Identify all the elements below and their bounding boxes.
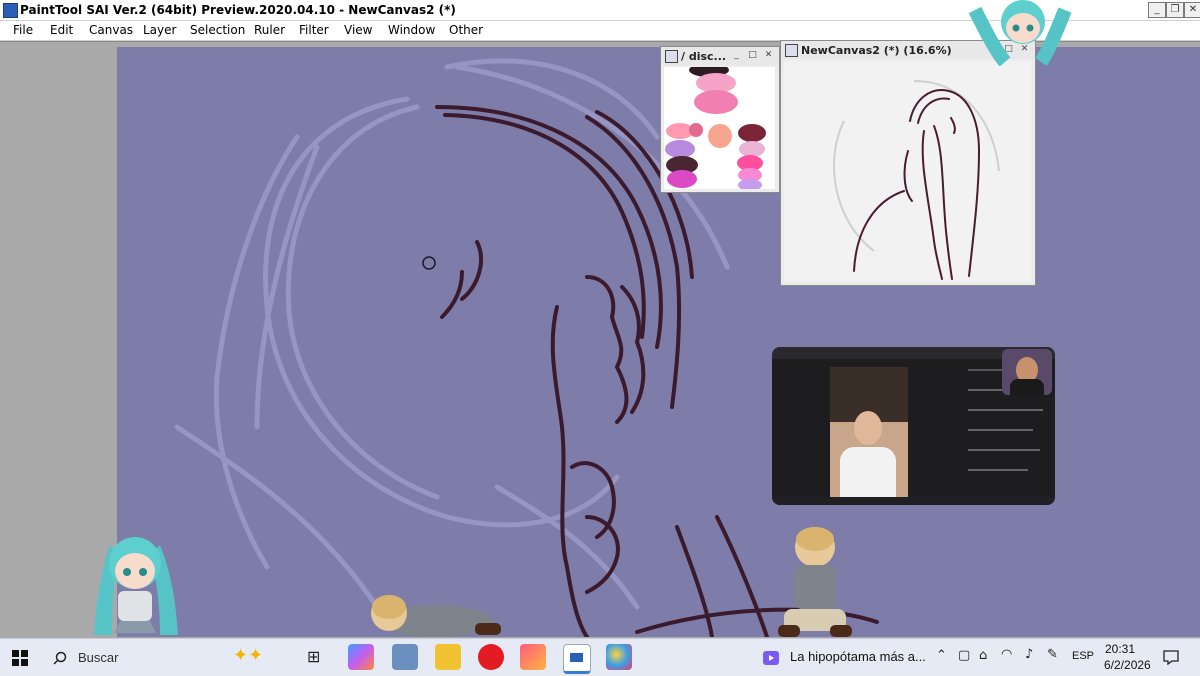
chibi-knight-lying-sticker [371, 595, 501, 637]
paint-icon[interactable] [606, 644, 632, 670]
person-shirt [840, 447, 896, 499]
person-face [854, 411, 882, 445]
photos-icon[interactable] [392, 644, 418, 670]
search-label: Buscar [78, 650, 119, 665]
drawing-canvas[interactable] [117, 47, 1200, 637]
webcam-overlay [1002, 349, 1052, 395]
minimize-icon[interactable]: _ [731, 50, 742, 61]
chibi-miku-sticker [94, 537, 178, 635]
menu-window[interactable]: Window [388, 23, 435, 37]
clock-date[interactable]: 6/2/2026 [1104, 658, 1151, 672]
app-icon [3, 3, 18, 18]
palette-swatches[interactable] [664, 67, 775, 189]
menu-filter[interactable]: Filter [299, 23, 329, 37]
wifi-icon[interactable]: ◠ [1001, 647, 1012, 662]
navigator-window: NewCanvas2 (*) (16.6%) _ □ ✕ [780, 40, 1036, 286]
minimize-button[interactable]: _ [1148, 2, 1166, 18]
taskbar-search[interactable]: Buscar ✦✦ [43, 643, 298, 672]
media-title[interactable]: La hipopótama más a... [790, 649, 926, 664]
window-title: PaintTool SAI Ver.2 (64bit) Preview.2020… [20, 3, 456, 17]
menu-other[interactable]: Other [449, 23, 483, 37]
app-icon[interactable] [520, 644, 546, 670]
copilot-icon[interactable]: ✦✦ [233, 645, 263, 666]
language-indicator[interactable]: ESP [1072, 650, 1094, 662]
mini-taskbar [772, 497, 1055, 505]
restore-button[interactable]: ❐ [1166, 2, 1184, 18]
menu-canvas[interactable]: Canvas [89, 23, 133, 37]
network-icon[interactable]: ⌂ [979, 648, 987, 663]
copilot-app-icon[interactable] [348, 644, 374, 670]
navigator-preview[interactable] [784, 61, 1031, 282]
menu-ruler[interactable]: Ruler [254, 23, 285, 37]
chibi-miku-top-sticker [968, 0, 1072, 66]
search-icon [53, 651, 67, 665]
media-play-icon[interactable] [763, 651, 779, 665]
chevron-up-icon[interactable]: ⌃ [936, 648, 947, 663]
menu-edit[interactable]: Edit [50, 23, 73, 37]
video-overlay[interactable] [772, 347, 1055, 505]
maximize-icon[interactable]: □ [747, 50, 758, 61]
navigator-window-title: NewCanvas2 (*) (16.6%) [801, 44, 952, 57]
close-button[interactable]: ✕ [1184, 2, 1200, 18]
clock-time[interactable]: 20:31 [1105, 642, 1135, 656]
windows-start-icon[interactable] [12, 650, 28, 666]
notification-icon[interactable] [1163, 650, 1179, 665]
palette-window-titlebar[interactable]: / disc... _ □ ✕ [661, 47, 779, 65]
opera-icon[interactable] [478, 644, 504, 670]
window-icon [665, 50, 678, 63]
menu-view[interactable]: View [344, 23, 372, 37]
palette-window: / disc... _ □ ✕ [660, 46, 780, 193]
chibi-knight-sitting-sticker [778, 527, 852, 637]
tray-app-icon[interactable]: ▢ [958, 648, 970, 663]
menu-selection[interactable]: Selection [190, 23, 245, 37]
menu-file[interactable]: File [13, 23, 33, 37]
pen-icon[interactable]: ✎ [1047, 647, 1058, 662]
taskbar: Buscar ✦✦ ⊞ La hipopótama más a... ⌃ ▢ ⌂… [0, 638, 1200, 676]
color-palette[interactable] [664, 67, 775, 189]
close-icon[interactable]: ✕ [763, 50, 774, 61]
file-explorer-icon[interactable] [435, 644, 461, 670]
volume-icon[interactable]: ♪ [1025, 647, 1033, 662]
palette-window-title: / disc... [681, 50, 727, 63]
window-icon [785, 44, 798, 57]
task-view-icon[interactable]: ⊞ [307, 647, 320, 666]
paint-sai-icon[interactable] [563, 644, 591, 674]
video-frame[interactable] [830, 367, 908, 499]
menu-layer[interactable]: Layer [143, 23, 176, 37]
